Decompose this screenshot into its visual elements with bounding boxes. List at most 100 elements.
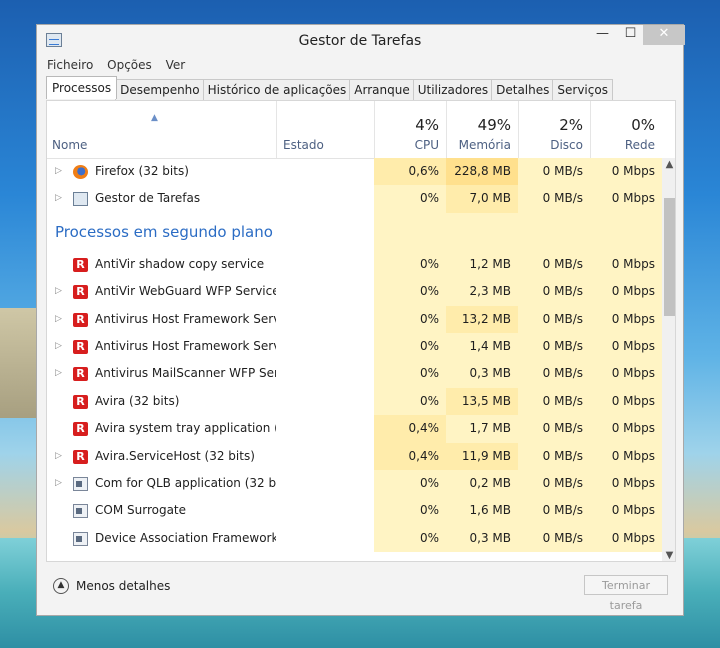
process-state-cell	[276, 251, 374, 278]
process-memory: 1,7 MB	[446, 415, 518, 443]
scrollbar-thumb[interactable]	[664, 198, 675, 316]
process-memory: 2,3 MB	[446, 278, 518, 306]
process-name-cell: ▷ R Antivirus MailScanner WFP Serv...	[47, 360, 276, 387]
process-row[interactable]: ▷ Firefox (32 bits) 0,6% 228,8 MB 0 MB/s 0 Mb…	[47, 158, 662, 186]
process-row[interactable]: ▷ R Antivirus Host Framework Servi... 0% 13,…	[47, 305, 662, 333]
process-name-cell: ▷ R AntiVir WebGuard WFP Service (...	[47, 278, 276, 305]
column-disk[interactable]: 2% Disco	[518, 101, 590, 158]
process-disk: 0 MB/s	[518, 332, 590, 361]
maximize-button[interactable]: ☐	[617, 25, 644, 45]
process-network: 0 Mbps	[590, 360, 662, 388]
expand-arrow-icon[interactable]: ▷	[55, 185, 62, 212]
process-cpu: 0%	[374, 185, 446, 213]
process-row[interactable]: ▷ R Avira.ServiceHost (32 bits) 0,4% 11,9 MB…	[47, 442, 662, 470]
process-cpu: 0,6%	[374, 158, 446, 186]
process-network: 0 Mbps	[590, 469, 662, 498]
process-state-cell	[276, 158, 374, 185]
process-disk: 0 MB/s	[518, 278, 590, 306]
process-row[interactable]: ▷ Com for QLB application (32 bits) 0% 0,2 …	[47, 469, 662, 498]
avira-icon: R	[73, 312, 88, 327]
process-memory: 0,2 MB	[446, 469, 518, 498]
expand-arrow-icon[interactable]: ▷	[55, 306, 62, 333]
process-row[interactable]: ▷ R Antivirus Host Framework Servi... 0% 1,4…	[47, 332, 662, 361]
tab-users[interactable]: Utilizadores	[412, 79, 494, 100]
menu-options[interactable]: Opções	[107, 58, 152, 72]
minimize-button[interactable]: —	[589, 25, 616, 45]
process-cpu: 0%	[374, 360, 446, 388]
process-row[interactable]: Device Association Framework ... 0% 0,3 MB…	[47, 524, 662, 553]
process-name: Antivirus Host Framework Servi...	[95, 311, 276, 326]
process-cpu: 0%	[374, 497, 446, 525]
process-state-cell	[276, 497, 374, 524]
process-cpu: 0%	[374, 469, 446, 498]
avira-icon: R	[73, 367, 88, 382]
expand-arrow-icon[interactable]: ▷	[55, 470, 62, 497]
tab-details[interactable]: Detalhes	[491, 79, 555, 100]
app-icon	[73, 504, 88, 519]
memory-total-percent: 49%	[477, 116, 511, 134]
column-memory[interactable]: 49% Memória	[446, 101, 518, 158]
tab-app-history[interactable]: Histórico de aplicações	[202, 79, 352, 100]
footer-bar: ▲ Menos detalhes Terminar tarefa	[37, 562, 683, 617]
process-name: Avira.ServiceHost (32 bits)	[95, 448, 255, 463]
avira-icon: R	[73, 257, 88, 272]
fewer-details-button[interactable]: ▲ Menos detalhes	[53, 576, 170, 596]
process-network: 0 Mbps	[590, 387, 662, 416]
process-row[interactable]: R AntiVir shadow copy service 0% 1,2 MB 0 MB…	[47, 250, 662, 279]
tab-services[interactable]: Serviços	[552, 79, 613, 100]
process-network: 0 Mbps	[590, 442, 662, 470]
tab-startup[interactable]: Arranque	[349, 79, 415, 100]
process-network: 0 Mbps	[590, 524, 662, 553]
tab-processes[interactable]: Processos	[46, 76, 118, 99]
group-heading-row[interactable]: Processos em segundo plano (...	[47, 212, 662, 251]
scroll-up-icon[interactable]: ▲	[662, 158, 675, 172]
column-header-row: ▲ Nome Estado 4% CPU 49% Memória 2% Disc…	[47, 101, 675, 159]
process-network: 0 Mbps	[590, 415, 662, 443]
process-memory: 1,2 MB	[446, 250, 518, 279]
column-state[interactable]: Estado	[276, 101, 374, 158]
process-row[interactable]: ▷ Gestor de Tarefas 0% 7,0 MB 0 MB/s 0 Mbps	[47, 185, 662, 213]
process-network: 0 Mbps	[590, 185, 662, 213]
process-memory: 11,9 MB	[446, 442, 518, 470]
process-state-cell	[276, 185, 374, 212]
expand-arrow-icon[interactable]: ▷	[55, 278, 62, 305]
tab-bar: Processos Desempenho Histórico de aplicaçõ…	[46, 76, 613, 100]
process-memory: 228,8 MB	[446, 158, 518, 186]
cpu-total-percent: 4%	[415, 116, 439, 134]
fewer-details-label: Menos detalhes	[76, 579, 171, 593]
column-network[interactable]: 0% Rede	[590, 101, 662, 158]
column-memory-label: Memória	[458, 138, 511, 152]
process-disk: 0 MB/s	[518, 524, 590, 553]
column-name-label: Nome	[52, 138, 88, 152]
process-row[interactable]: COM Surrogate 0% 1,6 MB 0 MB/s 0 Mbps	[47, 497, 662, 525]
process-name-cell: ▷ Gestor de Tarefas	[47, 185, 276, 212]
expand-arrow-icon[interactable]: ▷	[55, 443, 62, 470]
process-memory: 13,2 MB	[446, 305, 518, 333]
process-state-cell	[276, 525, 374, 552]
desktop-sand	[0, 308, 40, 418]
process-disk: 0 MB/s	[518, 442, 590, 470]
process-memory: 1,4 MB	[446, 332, 518, 361]
menu-view[interactable]: Ver	[166, 58, 186, 72]
tab-performance[interactable]: Desempenho	[115, 79, 205, 100]
expand-arrow-icon[interactable]: ▷	[55, 158, 62, 185]
process-cpu: 0%	[374, 332, 446, 361]
process-cpu: 0%	[374, 305, 446, 333]
menu-file[interactable]: Ficheiro	[47, 58, 93, 72]
expand-arrow-icon[interactable]: ▷	[55, 333, 62, 360]
end-task-button[interactable]: Terminar tarefa	[584, 575, 668, 612]
process-row[interactable]: ▷ R Antivirus MailScanner WFP Serv... 0%0,3…	[47, 360, 662, 388]
avira-icon: R	[73, 339, 88, 354]
scroll-down-icon[interactable]: ▼	[662, 549, 675, 561]
process-row[interactable]: ▷ R AntiVir WebGuard WFP Service (... 0%2,3…	[47, 278, 662, 306]
expand-arrow-icon[interactable]: ▷	[55, 360, 62, 387]
close-button[interactable]: ✕	[643, 25, 685, 45]
process-name: Avira (32 bits)	[95, 393, 180, 408]
vertical-scrollbar[interactable]: ▲ ▼	[662, 158, 675, 561]
process-memory: 0,3 MB	[446, 360, 518, 388]
process-row[interactable]: R Avira (32 bits) 0% 13,5 MB 0 MB/s 0 Mbps	[47, 387, 662, 416]
process-row[interactable]: R Avira system tray application (3... 0,4%…	[47, 415, 662, 443]
process-name: AntiVir WebGuard WFP Service (...	[95, 284, 276, 299]
column-name[interactable]: Nome	[47, 101, 276, 158]
column-cpu[interactable]: 4% CPU	[374, 101, 446, 158]
